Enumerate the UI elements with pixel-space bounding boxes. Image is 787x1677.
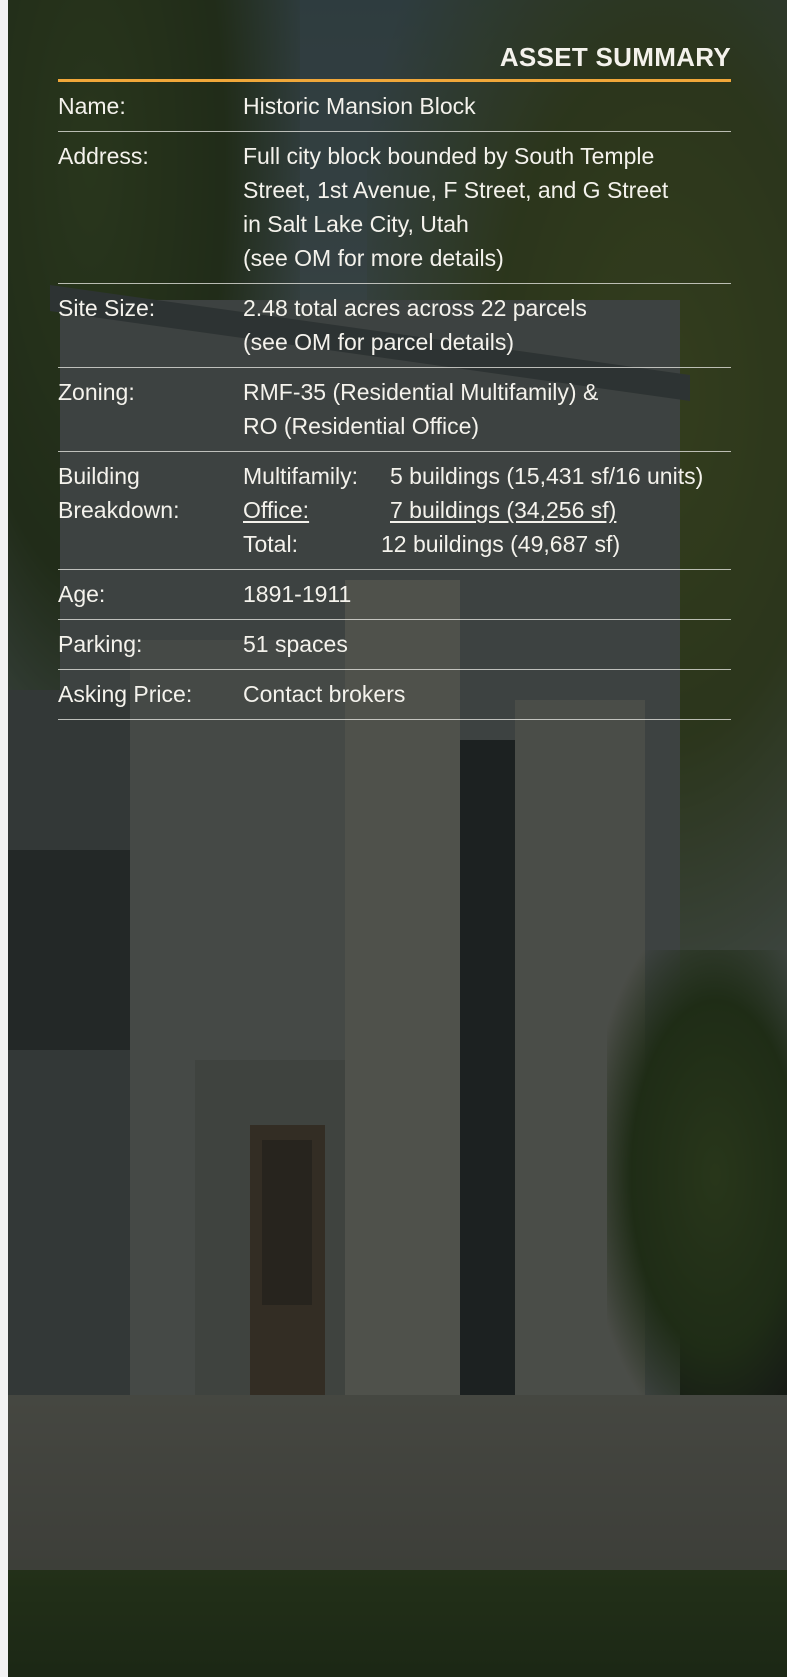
breakdown-total-value: 12 buildings (49,687 sf) bbox=[381, 531, 621, 557]
address-note: (see OM for more details) bbox=[243, 245, 504, 271]
breakdown-total: Total: 12 buildings (49,687 sf) bbox=[243, 527, 731, 561]
zoning-value: RMF-35 (Residential Multifamily) & RO (R… bbox=[243, 375, 731, 443]
summary-row-site-size: Site Size: 2.48 total acres across 22 pa… bbox=[58, 284, 731, 368]
summary-row-zoning: Zoning: RMF-35 (Residential Multifamily)… bbox=[58, 368, 731, 452]
breakdown-office: Office: 7 buildings (34,256 sf) bbox=[243, 493, 731, 527]
address-value: Full city block bounded by South Temple … bbox=[243, 139, 731, 275]
address-line: Full city block bounded by South Temple bbox=[243, 143, 655, 169]
address-line: Street, 1st Avenue, F Street, and G Stre… bbox=[243, 177, 669, 203]
name-label: Name: bbox=[58, 93, 126, 119]
building-breakdown-value: Multifamily: 5 buildings (15,431 sf/16 u… bbox=[243, 459, 731, 561]
zoning-line: RMF-35 (Residential Multifamily) & bbox=[243, 379, 599, 405]
site-size-value: 2.48 total acres across 22 parcels (see … bbox=[243, 291, 731, 359]
summary-row-building-breakdown: Building Breakdown: Multifamily: 5 build… bbox=[58, 452, 731, 570]
parking-label: Parking: bbox=[58, 631, 143, 657]
page-edge bbox=[0, 0, 8, 1677]
summary-row-name: Name: Historic Mansion Block bbox=[58, 82, 731, 132]
address-label: Address: bbox=[58, 143, 149, 169]
asking-price-value: Contact brokers bbox=[243, 681, 406, 707]
summary-row-asking-price: Asking Price: Contact brokers bbox=[58, 670, 731, 720]
site-size-note: (see OM for parcel details) bbox=[243, 329, 514, 355]
summary-row-age: Age: 1891-1911 bbox=[58, 570, 731, 620]
building-breakdown-label-line: Building bbox=[58, 463, 140, 489]
summary-row-parking: Parking: 51 spaces bbox=[58, 620, 731, 670]
building-breakdown-label: Building Breakdown: bbox=[58, 459, 243, 561]
asset-summary-panel: ASSET SUMMARY Name: Historic Mansion Blo… bbox=[58, 42, 731, 720]
breakdown-office-value: 7 buildings (34,256 sf) bbox=[390, 497, 617, 523]
asking-price-label: Asking Price: bbox=[58, 681, 193, 707]
age-value: 1891-1911 bbox=[243, 581, 352, 607]
breakdown-multifamily-name: Multifamily: bbox=[243, 463, 359, 489]
asset-summary-title: ASSET SUMMARY bbox=[58, 42, 731, 82]
age-label: Age: bbox=[58, 581, 106, 607]
zoning-label: Zoning: bbox=[58, 379, 135, 405]
breakdown-multifamily: Multifamily: 5 buildings (15,431 sf/16 u… bbox=[243, 459, 731, 493]
zoning-line: RO (Residential Office) bbox=[243, 413, 480, 439]
breakdown-multifamily-value: 5 buildings (15,431 sf/16 units) bbox=[390, 463, 704, 489]
site-size-line: 2.48 total acres across 22 parcels bbox=[243, 295, 587, 321]
summary-row-address: Address: Full city block bounded by Sout… bbox=[58, 132, 731, 284]
site-size-label: Site Size: bbox=[58, 295, 156, 321]
parking-value: 51 spaces bbox=[243, 631, 348, 657]
breakdown-office-name: Office: bbox=[243, 497, 310, 523]
address-line: in Salt Lake City, Utah bbox=[243, 211, 469, 237]
breakdown-total-name: Total: bbox=[243, 531, 298, 557]
building-breakdown-label-line: Breakdown: bbox=[58, 497, 180, 523]
name-value: Historic Mansion Block bbox=[243, 93, 476, 119]
